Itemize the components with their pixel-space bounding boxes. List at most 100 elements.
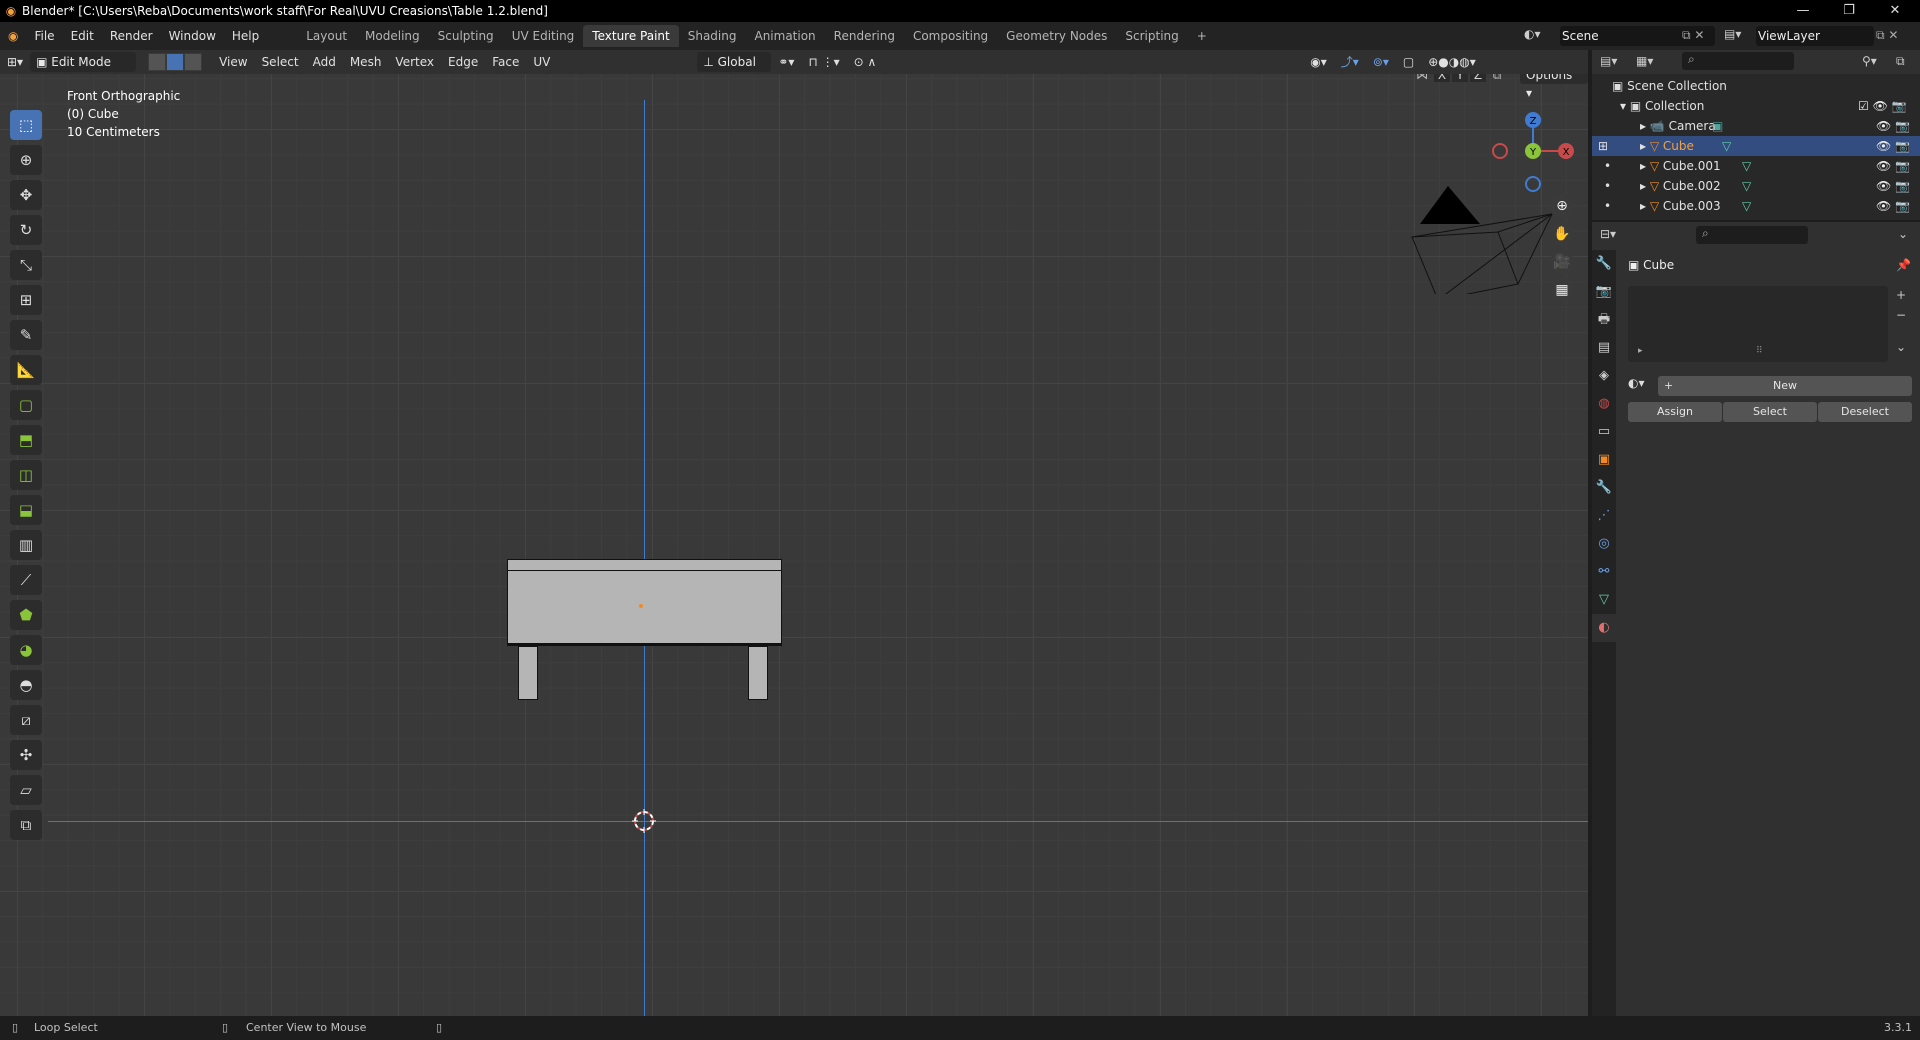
- new-view-layer-icon[interactable]: ⧉ ✕: [1876, 28, 1898, 43]
- rotate-icon[interactable]: ↻: [10, 215, 42, 245]
- axis-z-toggle[interactable]: Z: [1470, 74, 1486, 82]
- modifier-tab-icon[interactable]: 🔧: [1592, 474, 1616, 502]
- object-tab-icon[interactable]: ▣: [1592, 446, 1616, 474]
- outliner-item-camera[interactable]: ▸ 📹 Camera ▣ 👁 📷: [1592, 116, 1920, 136]
- close-icon[interactable]: ✕: [1872, 0, 1918, 22]
- menu-face[interactable]: Face: [485, 52, 526, 72]
- cursor-icon[interactable]: ⊕: [10, 145, 42, 175]
- bevel-icon[interactable]: ⬓: [10, 495, 42, 525]
- tab-layout[interactable]: Layout: [297, 25, 356, 47]
- collapse-icon[interactable]: ▾: [1592, 99, 1630, 113]
- visibility-toggles-icon[interactable]: 👁 📷: [1876, 156, 1910, 176]
- menu-edit[interactable]: Edit: [63, 25, 102, 47]
- browse-material-icon[interactable]: ◐▾: [1628, 376, 1645, 390]
- expand-icon[interactable]: ▸: [1592, 179, 1650, 193]
- move-icon[interactable]: ✥: [10, 180, 42, 210]
- overlays-icon[interactable]: ⊚▾: [1366, 52, 1396, 72]
- minimize-icon[interactable]: —: [1780, 0, 1826, 22]
- constraints-tab-icon[interactable]: ⚯: [1592, 558, 1616, 586]
- menu-help[interactable]: Help: [224, 25, 267, 47]
- restore-icon[interactable]: ❐: [1826, 0, 1872, 22]
- poly-build-icon[interactable]: ⬟: [10, 600, 42, 630]
- slot-specials-icon[interactable]: ⌄: [1896, 340, 1906, 354]
- menu-edge[interactable]: Edge: [441, 52, 485, 72]
- options-dropdown[interactable]: Options ▾: [1520, 74, 1588, 100]
- shading-modes-icon[interactable]: ⊕●◑◍▾: [1421, 52, 1483, 72]
- outliner-item-cube-003[interactable]: • ▸ ▽ Cube.003 ▽ 👁 📷: [1592, 196, 1920, 216]
- menu-window[interactable]: Window: [161, 25, 224, 47]
- material-tab-icon[interactable]: ◐: [1592, 614, 1616, 642]
- outliner-item-cube-002[interactable]: • ▸ ▽ Cube.002 ▽ 👁 📷: [1592, 176, 1920, 196]
- menu-add[interactable]: Add: [306, 52, 343, 72]
- edge-slide-icon[interactable]: ⧄: [10, 705, 42, 735]
- tab-uv-editing[interactable]: UV Editing: [503, 25, 584, 47]
- outliner-collection[interactable]: ▾ ▣ Collection ☑ 👁 📷: [1592, 96, 1920, 116]
- table-leg-right[interactable]: [748, 646, 768, 700]
- properties-options-icon[interactable]: ⌄: [1898, 227, 1908, 241]
- resize-handle-icon[interactable]: ⠿: [1756, 346, 1763, 356]
- properties-editor-icon[interactable]: ⊟▾: [1600, 227, 1616, 241]
- pivot-point-icon[interactable]: ⚭▾: [771, 52, 801, 72]
- xray-icon[interactable]: ▢: [1396, 52, 1421, 72]
- outliner-item-cube[interactable]: ⊞ ▸ ▽ Cube ▽ 👁 📷: [1592, 136, 1920, 156]
- blender-menu-icon[interactable]: ◉: [0, 25, 26, 47]
- expand-icon[interactable]: ▸: [1592, 199, 1650, 213]
- scene-icon[interactable]: ◐▾: [1524, 27, 1541, 41]
- expand-icon[interactable]: ▸: [1638, 346, 1643, 356]
- select-box-icon[interactable]: ⬚: [10, 110, 42, 140]
- proportional-edit-icon[interactable]: ⊙ ∧: [847, 52, 884, 72]
- deselect-button[interactable]: Deselect: [1818, 402, 1912, 422]
- tab-texture-paint[interactable]: Texture Paint: [583, 25, 679, 47]
- mode-dropdown[interactable]: ▣ Edit Mode: [30, 52, 137, 72]
- annotate-icon[interactable]: ✎: [10, 320, 42, 350]
- tool-tab-icon[interactable]: 🔧: [1592, 250, 1616, 278]
- new-scene-icon[interactable]: ⧉ ✕: [1682, 28, 1704, 43]
- edit-mode-icon[interactable]: ⊞: [1598, 136, 1608, 156]
- transform-orientation-dropdown[interactable]: ⊥ Global: [697, 52, 772, 72]
- 3d-cursor-icon[interactable]: [632, 809, 656, 833]
- add-cube-icon[interactable]: ▢: [10, 390, 42, 420]
- add-workspace-button[interactable]: +: [1188, 25, 1216, 47]
- view-layer-tab-icon[interactable]: ▤: [1592, 334, 1616, 362]
- extrude-icon[interactable]: ⬒: [10, 425, 42, 455]
- remove-slot-icon[interactable]: −: [1896, 308, 1906, 322]
- tab-animation[interactable]: Animation: [745, 25, 824, 47]
- menu-view[interactable]: View: [212, 52, 254, 72]
- inset-icon[interactable]: ◫: [10, 460, 42, 490]
- gizmo-toggle-icon[interactable]: ⤴▾: [1334, 52, 1366, 72]
- outliner-item-cube-001[interactable]: • ▸ ▽ Cube.001 ▽ 👁 📷: [1592, 156, 1920, 176]
- collection-toggles-icon[interactable]: ☑ 👁 📷: [1858, 96, 1907, 116]
- physics-tab-icon[interactable]: ◎: [1592, 530, 1616, 558]
- tab-scripting[interactable]: Scripting: [1116, 25, 1187, 47]
- menu-mesh[interactable]: Mesh: [343, 52, 389, 72]
- world-tab-icon[interactable]: ◍: [1592, 390, 1616, 418]
- output-tab-icon[interactable]: 🖶: [1592, 306, 1616, 334]
- menu-render[interactable]: Render: [102, 25, 161, 47]
- outliner-scene-collection[interactable]: ▣ Scene Collection: [1592, 76, 1920, 96]
- new-material-button[interactable]: + New: [1658, 376, 1912, 396]
- select-button[interactable]: Select: [1723, 402, 1817, 422]
- expand-icon[interactable]: ▸: [1592, 159, 1650, 173]
- knife-icon[interactable]: ⟋: [10, 565, 42, 595]
- axis-y-toggle[interactable]: Y: [1452, 74, 1468, 82]
- visibility-icon[interactable]: ◉▾: [1303, 52, 1334, 72]
- outliner-search-input[interactable]: ⌕: [1682, 52, 1794, 70]
- 3d-viewport[interactable]: ⬚ ⊕ ✥ ↻ ⤡ ⊞ ✎ 📐 ▢ ⬒ ◫ ⬓ ▥ ⟋ ⬟ ◕ ◓ ⧄ ✣ ▱ …: [0, 74, 1588, 1016]
- tab-sculpting[interactable]: Sculpting: [429, 25, 503, 47]
- material-slot-list[interactable]: ▸ ⠿: [1628, 286, 1888, 362]
- scene-tab-icon[interactable]: ◈: [1592, 362, 1616, 390]
- scale-icon[interactable]: ⤡: [10, 250, 42, 280]
- view-layer-icon[interactable]: ▤▾: [1724, 27, 1741, 41]
- assign-button[interactable]: Assign: [1628, 402, 1722, 422]
- display-mode-icon[interactable]: ▦▾: [1636, 54, 1653, 68]
- editor-type-icon[interactable]: ⊞▾: [0, 52, 30, 72]
- filter-icon[interactable]: ⚲▾: [1862, 54, 1877, 68]
- smooth-icon[interactable]: ◓: [10, 670, 42, 700]
- expand-icon[interactable]: ▸: [1592, 119, 1650, 133]
- vertex-select-icon[interactable]: [148, 53, 167, 71]
- navigation-gizmo[interactable]: Z X Y: [1490, 108, 1576, 194]
- tab-compositing[interactable]: Compositing: [904, 25, 997, 47]
- new-collection-icon[interactable]: ⧉: [1896, 54, 1905, 69]
- outliner-editor-icon[interactable]: ▤▾: [1600, 54, 1617, 68]
- menu-select[interactable]: Select: [255, 52, 306, 72]
